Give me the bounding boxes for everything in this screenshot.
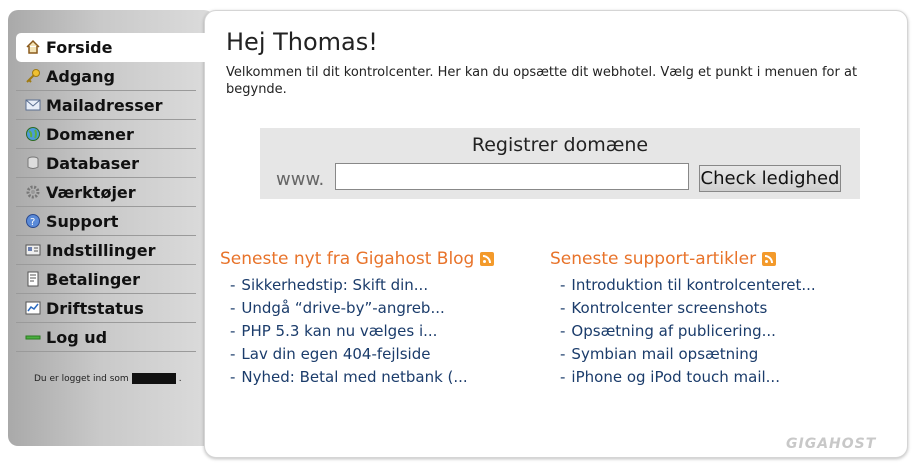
sidebar-nav: Forside Adgang Mailadresser Domæner Data…: [16, 33, 212, 352]
support-list: - Introduktion til kontrolcenteret... - Ko…: [560, 276, 816, 391]
blog-link[interactable]: - Lav din egen 404-fejlside: [230, 345, 468, 368]
sidebar-item-databaser[interactable]: Databaser: [16, 149, 196, 178]
logged-in-suffix: .: [178, 374, 182, 384]
support-heading-text: Seneste support-artikler: [550, 249, 757, 269]
blog-list: - Sikkerhedstip: Skift din... - Undgå “dri…: [230, 276, 468, 391]
sidebar-item-log-ud[interactable]: Log ud: [16, 323, 196, 352]
support-link[interactable]: - iPhone og iPod touch mail...: [560, 368, 816, 391]
status-chart-icon: [25, 300, 41, 316]
check-availability-button[interactable]: Check ledighed: [699, 165, 841, 192]
sidebar-item-label: Support: [46, 211, 119, 231]
sidebar-item-label: Adgang: [46, 66, 115, 86]
logged-in-prefix: Du er logget ind som: [34, 374, 129, 384]
sidebar-item-vaerktoejer[interactable]: Værktøjer: [16, 178, 196, 207]
sidebar-item-betalinger[interactable]: Betalinger: [16, 265, 196, 294]
rss-icon[interactable]: [762, 252, 777, 266]
logged-in-status: Du er logget ind som.: [34, 373, 182, 384]
sidebar-item-domaener[interactable]: Domæner: [16, 120, 196, 149]
sidebar-item-label: Databaser: [46, 153, 140, 173]
help-icon: ?: [25, 213, 41, 229]
www-prefix: www.: [276, 169, 325, 190]
sidebar-item-label: Forside: [46, 37, 113, 57]
blog-heading[interactable]: Seneste nyt fra Gigahost Blog: [220, 249, 495, 269]
sidebar-item-driftstatus[interactable]: Driftstatus: [16, 294, 196, 323]
blog-link[interactable]: - PHP 5.3 kan nu vælges i...: [230, 322, 468, 345]
sidebar-item-forside[interactable]: Forside: [16, 33, 212, 62]
key-icon: [25, 68, 41, 84]
support-heading[interactable]: Seneste support-artikler: [550, 249, 777, 269]
sidebar-item-mailadresser[interactable]: Mailadresser: [16, 91, 196, 120]
globe-icon: [25, 126, 41, 142]
logout-icon: [25, 329, 41, 345]
support-link[interactable]: - Opsætning af publicering...: [560, 322, 816, 345]
support-link[interactable]: - Introduktion til kontrolcenteret...: [560, 276, 816, 299]
invoice-icon: [25, 271, 41, 287]
sidebar-item-indstillinger[interactable]: Indstillinger: [16, 236, 196, 265]
blog-link[interactable]: - Undgå “drive-by”-angreb...: [230, 299, 468, 322]
intro-text: Velkommen til dit kontrolcenter. Her kan…: [226, 65, 858, 97]
blog-link[interactable]: - Nyhed: Betal med netbank (...: [230, 368, 468, 391]
home-icon: [25, 39, 41, 55]
svg-text:?: ?: [30, 217, 35, 228]
sidebar-item-label: Driftstatus: [46, 298, 144, 318]
support-link[interactable]: - Kontrolcenter screenshots: [560, 299, 816, 322]
blog-heading-text: Seneste nyt fra Gigahost Blog: [220, 249, 475, 269]
sidebar-item-adgang[interactable]: Adgang: [16, 62, 196, 91]
sidebar-item-label: Mailadresser: [46, 95, 163, 115]
gigahost-logo: GIGAHOST: [786, 436, 877, 452]
rss-icon[interactable]: [480, 252, 495, 266]
sidebar-item-label: Betalinger: [46, 269, 141, 289]
sidebar-item-label: Indstillinger: [46, 240, 156, 260]
blog-link[interactable]: - Sikkerhedstip: Skift din...: [230, 276, 468, 299]
register-domain-box: Registrer domæne www. Check ledighed: [260, 128, 860, 199]
settings-card-icon: [25, 242, 41, 258]
gear-icon: [25, 184, 41, 200]
sidebar-item-label: Log ud: [46, 327, 108, 347]
redacted-username: [131, 373, 176, 384]
database-icon: [25, 155, 41, 171]
domain-input[interactable]: [335, 163, 689, 190]
sidebar-item-label: Domæner: [46, 124, 134, 144]
sidebar-item-label: Værktøjer: [46, 182, 136, 202]
sidebar-item-support[interactable]: ? Support: [16, 207, 196, 236]
mail-icon: [25, 97, 41, 113]
page-title: Hej Thomas!: [226, 28, 378, 56]
support-link[interactable]: - Symbian mail opsætning: [560, 345, 816, 368]
register-domain-title: Registrer domæne: [471, 134, 649, 156]
